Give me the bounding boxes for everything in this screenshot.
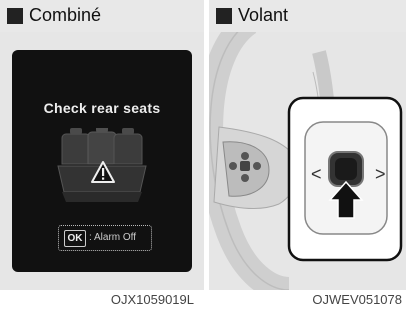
panel-header: Volant bbox=[209, 0, 406, 32]
alarm-off-text: : Alarm Off bbox=[89, 232, 137, 243]
panel-header: Combiné bbox=[0, 0, 204, 32]
steering-wheel bbox=[209, 32, 403, 290]
panel-title: Volant bbox=[238, 5, 289, 25]
header-square-bullet bbox=[216, 8, 232, 24]
warning-triangle-icon bbox=[91, 161, 115, 183]
ok-key-label: OK bbox=[64, 230, 86, 247]
figure-code: OJX1059019L bbox=[0, 290, 204, 310]
arrow-left-glyph: < bbox=[311, 164, 322, 184]
panel-body: Check rear seats OK : Alarm Off bbox=[0, 32, 204, 310]
ok-prompt: OK : Alarm Off bbox=[58, 225, 152, 251]
cluster-display: Check rear seats OK : Alarm Off bbox=[12, 50, 192, 272]
figure-code: OJWEV051078 bbox=[209, 290, 406, 310]
display-message: Check rear seats bbox=[43, 100, 161, 116]
steering-wheel-panel: Volant < > OJWEV051078 bbox=[209, 0, 406, 310]
header-square-bullet bbox=[7, 8, 23, 24]
instrument-cluster-panel: Combiné Check rear seats OK: Alarm Off … bbox=[0, 0, 204, 310]
panel-title: Combiné bbox=[29, 5, 102, 25]
arrow-right-glyph: > bbox=[375, 164, 386, 184]
panel-body: < > bbox=[209, 32, 406, 310]
